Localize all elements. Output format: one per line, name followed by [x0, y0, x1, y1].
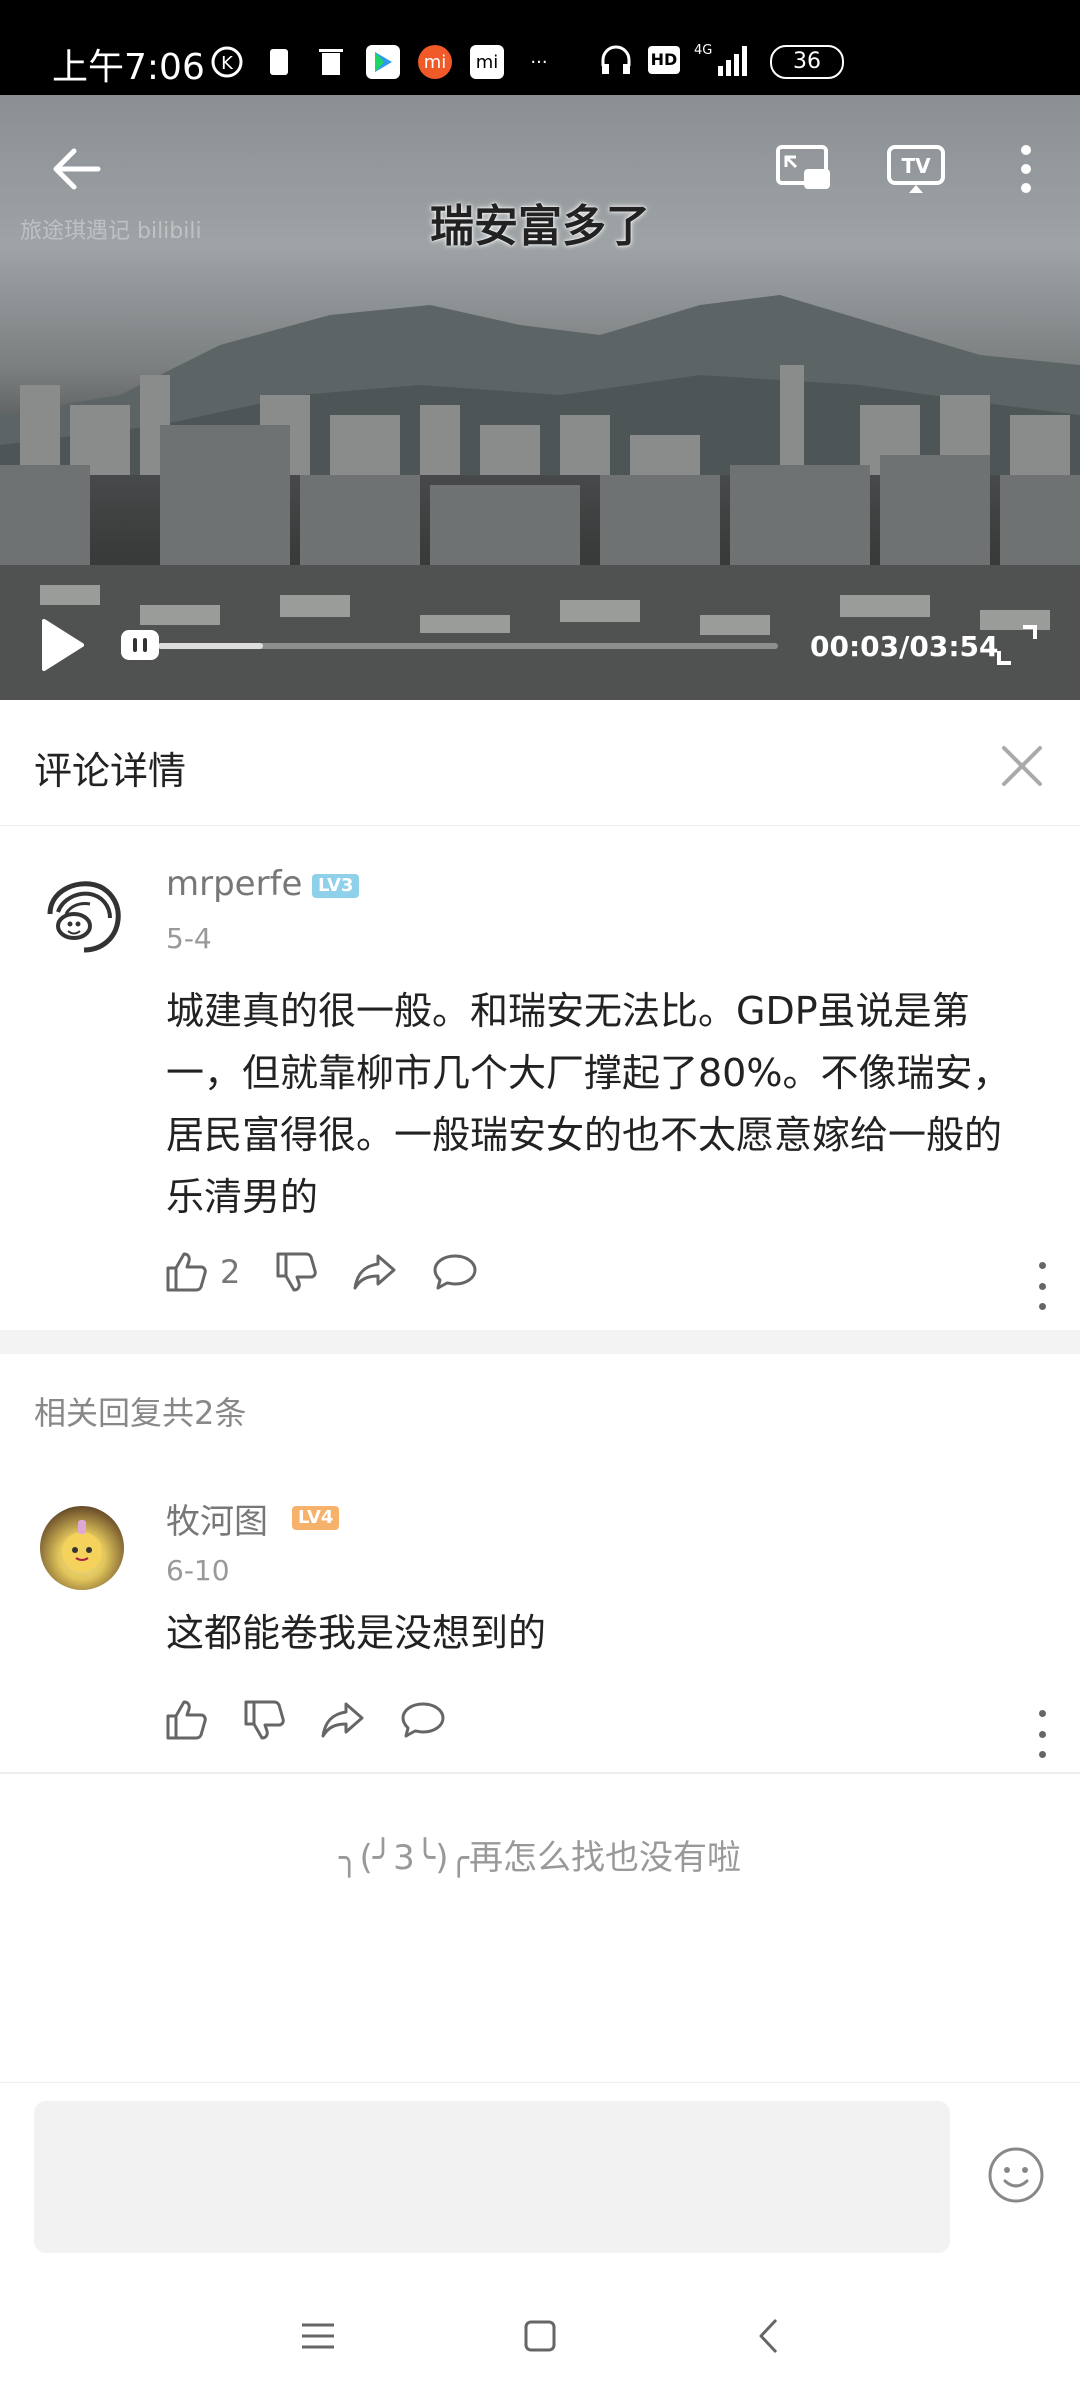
share-icon — [321, 1702, 364, 1738]
back-button[interactable] — [44, 137, 108, 201]
notification-icons: K mi mi ··· — [210, 42, 556, 82]
share-icon — [353, 1254, 396, 1290]
reply-reply-button[interactable] — [400, 1700, 446, 1740]
reply-comment: 牧河图 LV4 6-10 这都能卷我是没想到的 — [0, 1470, 1080, 1774]
picture-in-picture-icon — [776, 145, 830, 189]
battery-indicator: 36 — [770, 45, 844, 79]
reply-dislike-button[interactable] — [242, 1698, 286, 1742]
mini-window-button[interactable] — [772, 137, 836, 201]
reply-button[interactable] — [432, 1252, 478, 1292]
reply-more-button[interactable] — [1030, 1710, 1054, 1758]
comment-input[interactable] — [34, 2101, 950, 2253]
mi-store-icon: mi — [470, 45, 504, 79]
clipboard-icon — [262, 45, 296, 79]
comment-input-bar — [0, 2082, 1080, 2274]
status-bar: 上午7:06 K mi mi ··· HD 4G 36 — [0, 0, 1080, 95]
reply-level-badge: LV4 — [292, 1506, 340, 1530]
close-icon — [1002, 746, 1042, 786]
svg-text:K: K — [221, 53, 234, 74]
reply-share-button[interactable] — [320, 1700, 366, 1740]
play-icon — [42, 619, 84, 671]
reply-username[interactable]: 牧河图 — [166, 1494, 268, 1543]
comment-bubble-icon — [433, 1254, 477, 1290]
headphone-icon — [598, 42, 634, 82]
main-comment: mrperfe LV3 5-4 城建真的很一般。和瑞安无法比。GDP虽说是第一，… — [0, 826, 1080, 1330]
like-button[interactable]: 2 — [164, 1250, 240, 1294]
username[interactable]: mrperfe — [166, 864, 302, 904]
signal-icon: 4G — [692, 40, 754, 84]
hd-icon: HD — [648, 46, 680, 74]
smiley-icon — [988, 2147, 1044, 2203]
comment-more-button[interactable] — [1030, 1262, 1054, 1310]
progress-bar[interactable] — [158, 643, 778, 649]
comment-actions: 2 — [164, 1250, 512, 1294]
close-button[interactable] — [992, 736, 1052, 796]
level-badge: LV3 — [312, 874, 360, 898]
comment-date: 5-4 — [166, 922, 212, 955]
nav-back-button[interactable] — [742, 2310, 794, 2362]
reply-like-button[interactable] — [164, 1698, 208, 1742]
system-nav-bar — [0, 2272, 1080, 2400]
comment-text: 城建真的很一般。和瑞安无法比。GDP虽说是第一，但就靠柳市几个大厂撑起了80%。… — [166, 989, 1011, 1219]
section-divider — [0, 1330, 1080, 1354]
video-timecode: 00:03/03:54 — [810, 630, 999, 663]
avatar-character-icon — [62, 1520, 102, 1572]
play-button[interactable] — [30, 613, 94, 677]
avatar-illustration-icon — [47, 881, 121, 953]
cast-tv-button[interactable]: TV — [884, 137, 948, 201]
emoji-button[interactable] — [986, 2145, 1046, 2205]
back-arrow-icon — [53, 148, 101, 190]
reply-text: 这都能卷我是没想到的 — [166, 1611, 547, 1655]
like-count: 2 — [220, 1253, 241, 1291]
video-more-button[interactable] — [994, 137, 1058, 201]
dislike-button[interactable] — [274, 1250, 318, 1294]
trash-icon — [314, 45, 348, 79]
end-of-list-hint: ╮(╯3╰)╭再怎么找也没有啦 — [338, 1838, 742, 1878]
vertical-dots-icon — [1021, 145, 1031, 193]
thumbs-down-icon — [244, 1700, 285, 1740]
comment-bubble-icon — [401, 1702, 445, 1738]
status-time: 上午7:06 — [52, 47, 205, 88]
svg-text:4G: 4G — [694, 43, 712, 58]
svg-text:TV: TV — [901, 154, 931, 178]
k-app-icon: K — [210, 45, 244, 79]
thumbs-up-icon — [166, 1252, 207, 1292]
panel-title: 评论详情 — [34, 749, 187, 793]
fullscreen-icon — [997, 625, 1037, 665]
home-square-icon — [524, 2320, 556, 2352]
tv-icon: TV — [887, 145, 945, 193]
mi-app-icon: mi — [418, 45, 452, 79]
share-button[interactable] — [352, 1252, 398, 1292]
thumbs-down-icon — [276, 1252, 318, 1292]
reply-date: 6-10 — [166, 1554, 230, 1587]
avatar[interactable] — [40, 874, 124, 958]
reply-actions — [164, 1698, 480, 1742]
video-player[interactable]: 旅途琪遇记 bilibili 瑞安富多了 TV 00:03/03:54 — [0, 95, 1080, 700]
replies-count-label: 相关回复共2条 — [34, 1394, 247, 1432]
progress-fill — [158, 643, 264, 649]
fullscreen-button[interactable] — [985, 613, 1049, 677]
reply-avatar[interactable] — [40, 1506, 124, 1590]
more-notifications-icon: ··· — [530, 51, 548, 73]
play-store-icon — [366, 45, 400, 79]
menu-icon — [302, 2323, 334, 2349]
nav-home-button[interactable] — [514, 2310, 566, 2362]
comment-detail-header: 评论详情 — [0, 700, 1080, 826]
nav-menu-button[interactable] — [292, 2310, 344, 2362]
thumbs-up-icon — [166, 1700, 207, 1740]
back-chevron-icon — [759, 2318, 778, 2354]
danmaku-icon — [121, 630, 159, 660]
